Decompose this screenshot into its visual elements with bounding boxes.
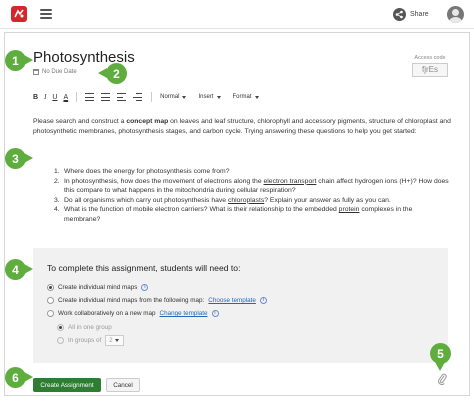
question-list: 1. Where does the energy for photosynthe…: [54, 167, 449, 224]
question-text: Where does the energy for photosynthesis…: [64, 168, 230, 175]
info-icon[interactable]: i: [141, 284, 149, 291]
top-bar: Share: [0, 0, 474, 29]
underline-button[interactable]: U: [52, 91, 57, 103]
radio-button[interactable]: [47, 310, 54, 317]
chevron-down-icon: [182, 95, 187, 99]
option-collaborative[interactable]: Work collaboratively on a new map Change…: [47, 310, 219, 317]
list-number: 3.: [54, 196, 60, 204]
callout-5: 5: [430, 343, 451, 371]
callout-pointer: [24, 153, 33, 163]
callout-pointer: [24, 264, 33, 274]
group-size-stepper[interactable]: 2: [105, 335, 125, 346]
list-item: 4. What is the function of mobile electr…: [54, 205, 449, 224]
paperclip-icon[interactable]: [437, 373, 447, 385]
toolbar-divider: [76, 92, 78, 102]
share-label: Share: [410, 11, 429, 18]
callout-6: 6: [5, 367, 33, 388]
option-label: Create individual mind maps: [58, 284, 138, 291]
chevron-down-icon: [216, 95, 221, 99]
list-item: 3. Do all organisms which carry out phot…: [54, 196, 449, 206]
format-dropdown[interactable]: Format: [233, 94, 259, 100]
change-template-link[interactable]: Change template: [160, 310, 208, 317]
list-number: 4.: [54, 206, 60, 213]
callout-3: 3: [5, 148, 33, 169]
user-avatar-icon[interactable]: [447, 6, 464, 23]
option-label: All in one group: [68, 324, 112, 331]
editor-toolbar: B I U A Normal Insert Format: [33, 91, 271, 103]
list-item: 2. In photosynthesis, how does the movem…: [54, 177, 449, 196]
numbered-list-icon[interactable]: [85, 93, 95, 101]
insert-dropdown-label: Insert: [198, 94, 214, 100]
list-item: 1. Where does the energy for photosynthe…: [54, 167, 449, 177]
share-icon: [393, 8, 406, 21]
text-color-button[interactable]: A: [63, 91, 68, 103]
description-text: Please search and construct a: [33, 118, 127, 125]
callout-4: 4: [5, 259, 33, 280]
callout-pointer: [24, 372, 33, 382]
style-dropdown-label: Normal: [160, 94, 180, 100]
access-code: fjrEs: [412, 63, 448, 77]
bullet-list-icon[interactable]: [101, 93, 111, 101]
callout-1: 1: [5, 50, 33, 71]
create-assignment-button[interactable]: Create Assignment: [33, 378, 101, 392]
list-number: 1.: [54, 168, 60, 175]
toolbar-divider: [151, 92, 153, 102]
info-icon[interactable]: i: [211, 310, 219, 317]
calendar-icon: [33, 69, 39, 75]
question-text: In photosynthesis, how does the movement…: [64, 177, 449, 195]
callout-pointer: [98, 68, 107, 78]
app-logo[interactable]: [11, 6, 27, 22]
radio-button[interactable]: [47, 297, 54, 304]
radio-button-disabled[interactable]: [57, 324, 64, 331]
bold-button[interactable]: B: [33, 91, 38, 103]
option-label: Work collaboratively on a new map: [58, 310, 156, 317]
italic-button[interactable]: I: [44, 91, 46, 103]
option-label: Create individual mind maps from the fol…: [58, 297, 205, 304]
question-text: Do all organisms which carry out photosy…: [64, 196, 391, 204]
style-dropdown[interactable]: Normal: [160, 94, 187, 100]
access-code-label: Access code: [414, 55, 446, 61]
chloroplasts-link[interactable]: chloroplasts: [228, 197, 264, 204]
callout-2: 2: [98, 63, 127, 84]
question-text: What is the function of mobile electron …: [64, 206, 413, 223]
requirements-heading: To complete this assignment, students wi…: [47, 263, 241, 273]
option-label: In groups of: [68, 337, 102, 344]
format-dropdown-label: Format: [232, 94, 252, 100]
insert-dropdown[interactable]: Insert: [198, 94, 221, 100]
radio-button-disabled[interactable]: [57, 337, 64, 344]
list-number: 2.: [54, 177, 60, 185]
cancel-button[interactable]: Cancel: [106, 378, 140, 392]
description-bold: concept map: [126, 118, 169, 125]
electron-transport-link[interactable]: electron transport: [264, 178, 317, 185]
option-individual-from-map[interactable]: Create individual mind maps from the fol…: [47, 297, 267, 304]
protein-link[interactable]: protein: [339, 206, 360, 213]
requirements-panel: To complete this assignment, students wi…: [33, 248, 448, 363]
due-date[interactable]: No Due Date: [33, 69, 77, 75]
indent-icon[interactable]: [133, 93, 143, 101]
share-button[interactable]: Share: [393, 7, 429, 22]
choose-template-link[interactable]: Choose template: [208, 297, 256, 304]
callout-pointer: [435, 362, 445, 371]
info-icon[interactable]: i: [259, 297, 267, 304]
option-individual-maps[interactable]: Create individual mind maps i: [47, 284, 149, 291]
hamburger-menu-icon[interactable]: [40, 9, 52, 19]
align-left-icon[interactable]: [117, 93, 127, 101]
option-all-one-group[interactable]: All in one group: [57, 324, 112, 331]
assignment-description[interactable]: Please search and construct a concept ma…: [33, 117, 453, 137]
chevron-down-icon: [254, 95, 259, 99]
option-groups-of[interactable]: In groups of 2: [57, 335, 125, 346]
due-date-label: No Due Date: [42, 69, 77, 75]
group-size-value: 2: [109, 337, 113, 344]
radio-button-selected[interactable]: [47, 284, 54, 291]
chevron-down-icon: [114, 339, 119, 342]
callout-pointer: [24, 55, 33, 65]
